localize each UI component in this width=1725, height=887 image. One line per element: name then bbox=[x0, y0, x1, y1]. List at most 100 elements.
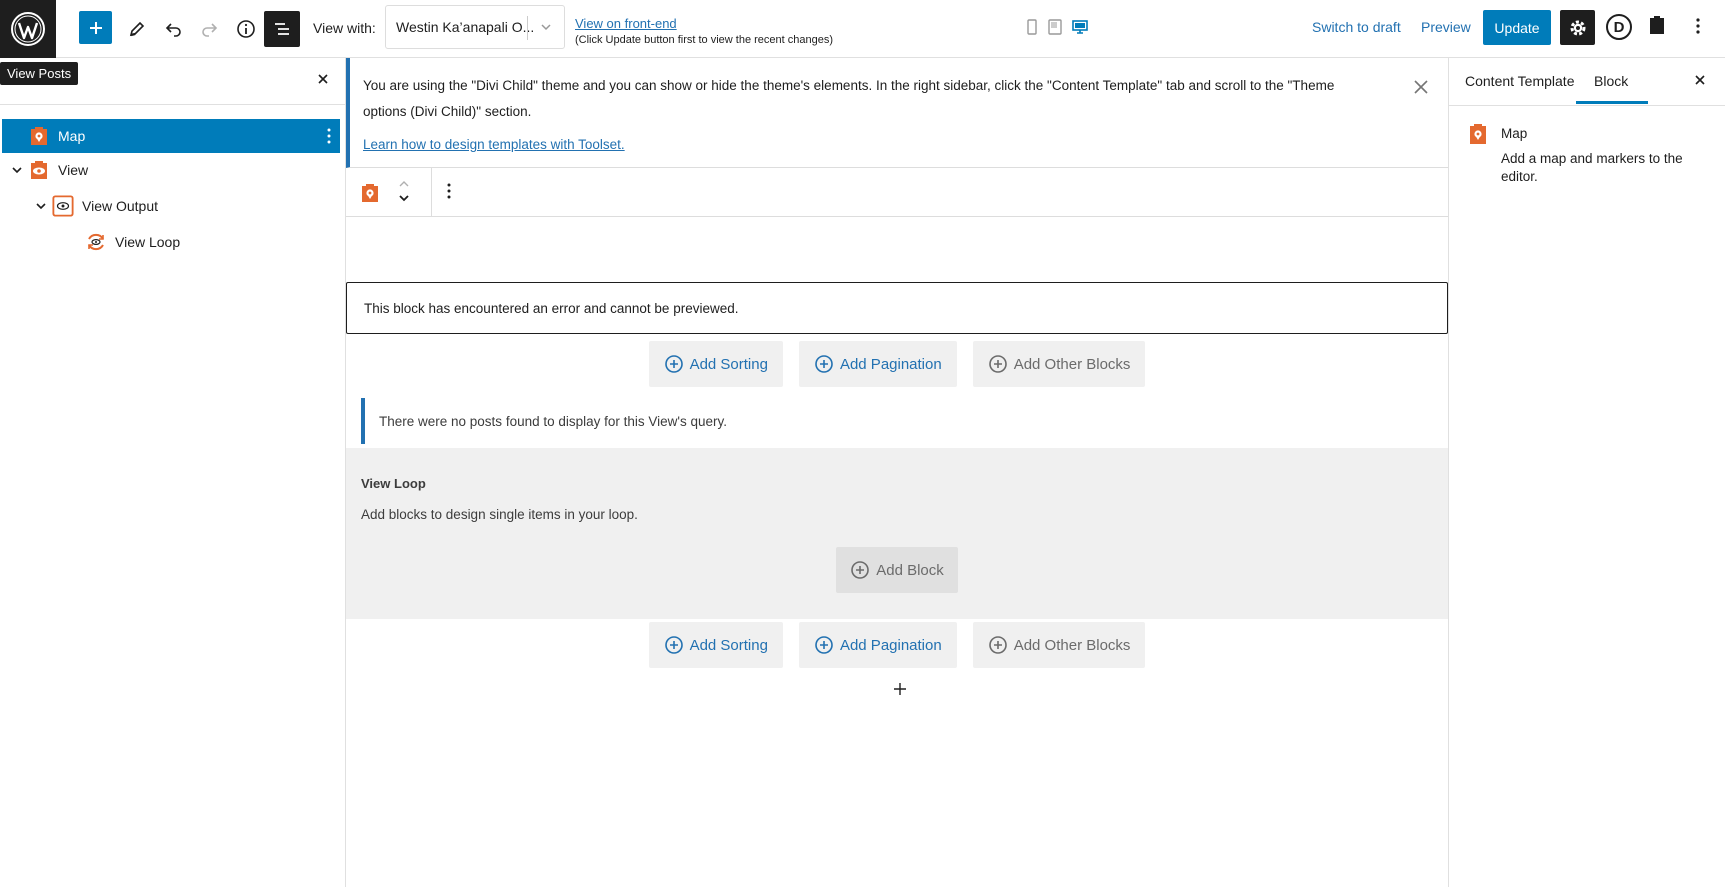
sidebar-tabs: Content Template Block bbox=[1449, 58, 1725, 106]
notice-text: You are using the "Divi Child" theme and… bbox=[363, 78, 1335, 119]
close-list-view-button[interactable] bbox=[316, 72, 330, 89]
tab-block[interactable]: Block bbox=[1575, 73, 1649, 104]
view-with-value: Westin Ka’anapali O... bbox=[396, 19, 535, 35]
close-icon bbox=[318, 74, 328, 84]
editor-canvas: You are using the "Divi Child" theme and… bbox=[346, 58, 1448, 887]
info-icon bbox=[237, 20, 255, 38]
list-item-view-output[interactable]: View Output bbox=[2, 189, 340, 223]
list-item-label: View bbox=[58, 162, 89, 178]
toolbar-divider bbox=[431, 168, 432, 216]
map-marker-icon bbox=[28, 125, 50, 147]
move-block-controls[interactable] bbox=[396, 176, 412, 211]
update-button[interactable]: Update bbox=[1483, 10, 1551, 45]
add-sorting-button[interactable]: Add Sorting bbox=[648, 341, 783, 387]
undo-button[interactable] bbox=[156, 11, 192, 47]
chevron-down-icon[interactable] bbox=[10, 163, 24, 177]
plus-circle-icon bbox=[815, 355, 833, 373]
switch-to-draft-button[interactable]: Switch to draft bbox=[1312, 19, 1401, 35]
list-view-panel: Map View View Output View Loop bbox=[0, 58, 346, 887]
settings-button[interactable] bbox=[1560, 10, 1595, 45]
redo-button[interactable] bbox=[191, 11, 227, 47]
add-pagination-label: Add Pagination bbox=[839, 636, 942, 654]
map-marker-icon bbox=[362, 184, 378, 202]
view-with-select[interactable]: Westin Ka’anapali O... bbox=[385, 5, 565, 49]
add-other-blocks-label: Add Other Blocks bbox=[1013, 355, 1131, 373]
close-icon bbox=[1414, 80, 1428, 94]
list-view-icon bbox=[275, 23, 289, 35]
bottom-add-buttons: Add Sorting Add Pagination Add Other Blo… bbox=[346, 622, 1448, 668]
theme-notice: You are using the "Divi Child" theme and… bbox=[346, 58, 1448, 168]
add-pagination-button[interactable]: Add Pagination bbox=[798, 622, 957, 668]
frontend-note: (Click Update button first to view the r… bbox=[575, 34, 834, 46]
list-item-label: View Loop bbox=[115, 234, 181, 250]
add-sorting-label: Add Sorting bbox=[689, 636, 768, 654]
more-vertical-icon bbox=[1696, 18, 1700, 34]
plus-icon bbox=[89, 21, 102, 34]
close-icon bbox=[1695, 75, 1705, 85]
plus-circle-icon bbox=[851, 561, 870, 579]
add-block-label: Add Block bbox=[876, 561, 944, 579]
close-sidebar-button[interactable] bbox=[1693, 73, 1707, 90]
dismiss-notice-button[interactable] bbox=[1412, 78, 1430, 105]
view-loop-area[interactable]: View Loop Add blocks to design single it… bbox=[346, 448, 1448, 619]
add-sorting-label: Add Sorting bbox=[689, 355, 768, 373]
chevron-down-icon[interactable] bbox=[34, 199, 48, 213]
add-pagination-button[interactable]: Add Pagination bbox=[798, 341, 957, 387]
list-item-label: Map bbox=[58, 128, 86, 144]
details-button[interactable] bbox=[228, 11, 264, 47]
list-view-button[interactable] bbox=[264, 11, 300, 47]
view-with-label: View with: bbox=[313, 20, 376, 36]
toolset-plugin-button[interactable] bbox=[1648, 14, 1666, 39]
plus-circle-icon bbox=[664, 355, 683, 373]
block-inserter-button[interactable] bbox=[79, 11, 112, 44]
list-item-label: View Output bbox=[82, 198, 159, 214]
view-loop-title: View Loop bbox=[361, 476, 426, 491]
tablet-preview-icon[interactable] bbox=[1047, 18, 1063, 36]
list-item-map[interactable]: Map bbox=[2, 119, 340, 153]
preview-button[interactable]: Preview bbox=[1421, 19, 1471, 35]
list-item-view[interactable]: View bbox=[2, 153, 340, 187]
plus-circle-icon bbox=[815, 636, 833, 654]
add-other-blocks-button[interactable]: Add Other Blocks bbox=[972, 341, 1146, 387]
undo-icon bbox=[165, 23, 181, 37]
add-other-blocks-label: Add Other Blocks bbox=[1013, 636, 1131, 654]
desktop-preview-icon[interactable] bbox=[1071, 18, 1089, 36]
add-sorting-button[interactable]: Add Sorting bbox=[648, 622, 783, 668]
plus-circle-icon bbox=[664, 636, 683, 654]
chevron-down-icon bbox=[541, 24, 551, 31]
redo-icon bbox=[202, 23, 218, 37]
add-other-blocks-button[interactable]: Add Other Blocks bbox=[972, 622, 1146, 668]
plus-circle-icon bbox=[988, 636, 1007, 654]
block-error-message[interactable]: This block has encountered an error and … bbox=[346, 282, 1448, 334]
block-card-title: Map bbox=[1501, 126, 1528, 141]
tab-content-template[interactable]: Content Template bbox=[1465, 73, 1574, 89]
select-divider bbox=[527, 16, 528, 40]
eye-icon bbox=[28, 159, 50, 181]
block-type-button[interactable] bbox=[359, 182, 381, 207]
plus-circle-icon bbox=[988, 355, 1007, 373]
options-menu-button[interactable] bbox=[1694, 16, 1702, 39]
add-pagination-label: Add Pagination bbox=[839, 355, 942, 373]
top-add-buttons: Add Sorting Add Pagination Add Other Blo… bbox=[346, 341, 1448, 387]
list-view-divider bbox=[0, 104, 345, 105]
pencil-icon bbox=[129, 21, 145, 37]
list-item-view-loop[interactable]: View Loop bbox=[2, 225, 340, 259]
eye-outline-icon bbox=[52, 195, 74, 217]
device-preview-group bbox=[1025, 18, 1089, 36]
toolset-icon bbox=[1650, 16, 1664, 34]
view-on-frontend-link[interactable]: View on front-end bbox=[575, 16, 677, 31]
list-item-options-button[interactable] bbox=[326, 127, 332, 148]
wordpress-icon bbox=[11, 12, 45, 46]
editor-header: View with: Westin Ka’anapali O... View o… bbox=[0, 0, 1725, 58]
wordpress-logo-button[interactable] bbox=[0, 0, 56, 58]
learn-templates-link[interactable]: Learn how to design templates with Tools… bbox=[363, 132, 625, 158]
block-options-button[interactable] bbox=[446, 182, 452, 203]
divi-button[interactable]: D bbox=[1606, 14, 1632, 40]
block-card-description: Add a map and markers to the editor. bbox=[1501, 151, 1683, 184]
plus-icon bbox=[894, 683, 906, 695]
tools-button[interactable] bbox=[119, 11, 155, 47]
add-block-button[interactable]: Add Block bbox=[836, 547, 958, 593]
mobile-preview-icon[interactable] bbox=[1025, 18, 1039, 36]
block-appender-button[interactable] bbox=[892, 681, 908, 700]
map-marker-icon bbox=[1467, 122, 1489, 149]
